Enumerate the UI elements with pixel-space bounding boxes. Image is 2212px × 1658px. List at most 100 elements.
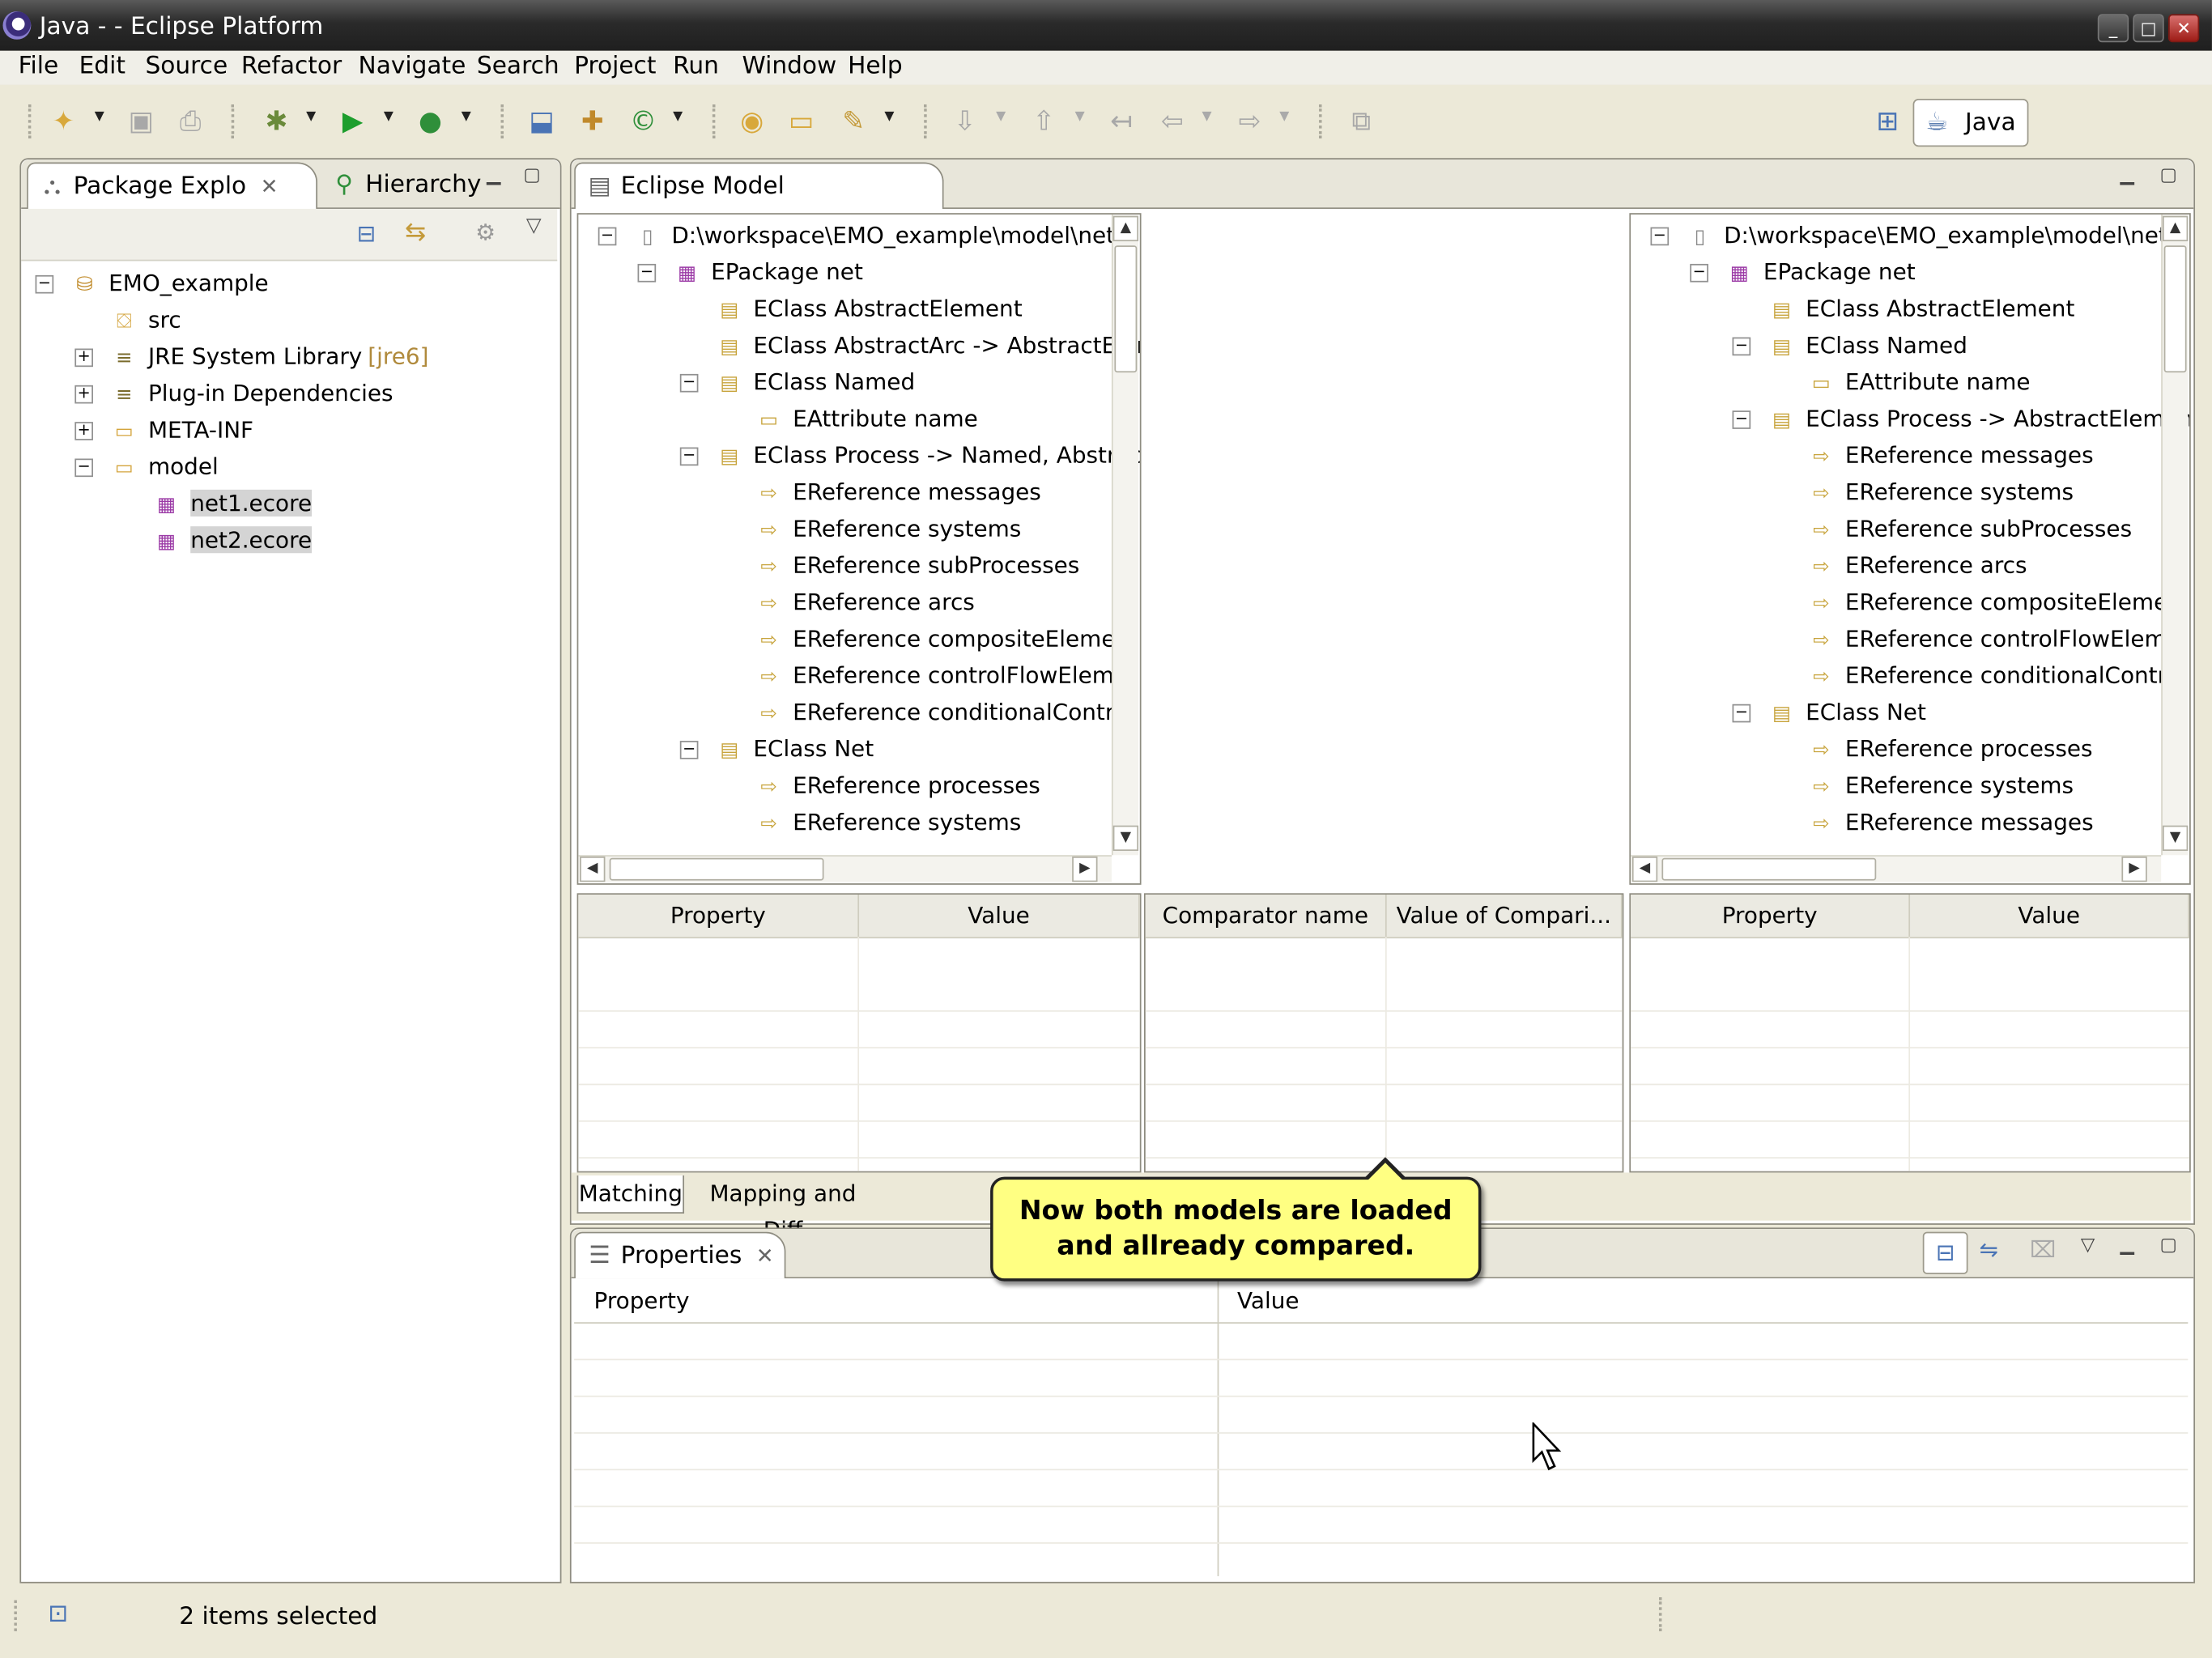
collapse-all-icon[interactable]: ⊟ — [357, 220, 376, 247]
open-type-icon[interactable]: ◉ — [735, 104, 769, 138]
scroll-down-icon[interactable]: ▼ — [2162, 825, 2189, 852]
minimize-view-icon[interactable]: ▁ — [487, 165, 500, 186]
left-tree-item[interactable]: ▭ EAttribute name — [756, 401, 978, 437]
last-edit-location-icon[interactable]: ↤ — [1104, 104, 1138, 138]
package-explorer-item[interactable]: + ≡ JRE System Library [jre6] — [74, 338, 429, 375]
new-class-dropdown-icon[interactable]: ▼ — [673, 110, 683, 124]
previous-annotation-icon[interactable]: ⇧ — [1027, 104, 1061, 138]
package-explorer-item[interactable]: ▦ net2.ecore — [154, 522, 313, 559]
right-tree-item[interactable]: ⇨ EReference subProcesses — [1809, 511, 2132, 547]
search-tool-icon[interactable]: ✎ — [836, 104, 870, 138]
new-icon[interactable]: ✦ — [46, 104, 80, 138]
collapse-icon[interactable]: − — [637, 264, 657, 283]
right-tree-item[interactable]: ⇨ EReference arcs — [1809, 547, 2027, 584]
menu-window[interactable]: Window — [742, 52, 836, 80]
left-tree-item[interactable]: ⇨ EReference compositeElemen — [756, 621, 1129, 657]
menu-run[interactable]: Run — [673, 52, 719, 80]
scroll-thumb[interactable] — [1114, 245, 1138, 373]
external-tools-icon[interactable]: ● — [413, 104, 447, 138]
right-tree-item[interactable]: − ▦ EPackage net — [1690, 254, 1916, 291]
left-tree-item[interactable]: ⇨ EReference conditionalContro — [756, 695, 1127, 731]
package-explorer-item[interactable]: − ▭ model — [74, 449, 219, 485]
properties-table[interactable]: Property Value — [574, 1279, 2189, 1576]
menu-source[interactable]: Source — [145, 52, 228, 80]
right-tree-item[interactable]: ⇨ EReference messages — [1809, 805, 2094, 841]
expand-icon[interactable]: + — [74, 422, 93, 440]
minimize-button[interactable]: _ — [2097, 14, 2129, 43]
open-folder-icon[interactable]: ▭ — [785, 104, 819, 138]
view-menu-icon[interactable]: ▽ — [526, 215, 542, 237]
right-vertical-scrollbar[interactable]: ▲ ▼ — [2161, 214, 2189, 856]
forward-icon[interactable]: ⇨ — [1233, 104, 1267, 138]
left-horizontal-scrollbar[interactable]: ◀ ▶ — [578, 855, 1112, 882]
minimize-view-icon[interactable]: ▁ — [2121, 165, 2134, 186]
left-vertical-scrollbar[interactable]: ▲ ▼ — [1111, 214, 1139, 856]
save-icon[interactable]: ▣ — [124, 104, 158, 138]
right-horizontal-scrollbar[interactable]: ◀ ▶ — [1631, 855, 2162, 882]
left-tree-item[interactable]: ⇨ EReference systems — [756, 805, 1021, 841]
java-perspective-button[interactable]: ☕ Java — [1912, 99, 2029, 147]
new-class-icon[interactable]: © — [627, 104, 661, 138]
right-tree-item[interactable]: ⇨ EReference compositeElemen — [1809, 585, 2182, 621]
minimize-view-icon[interactable]: ▁ — [2121, 1235, 2134, 1256]
collapse-icon[interactable]: − — [35, 275, 54, 294]
tab-package-explorer[interactable]: ⛬ Package Explo ✕ — [27, 162, 318, 209]
right-tree-item[interactable]: ⇨ EReference messages — [1809, 437, 2094, 474]
tab-matching[interactable]: Matching — [576, 1175, 685, 1214]
right-tree-item[interactable]: − ▯ D:\workspace\EMO_example\model\net2 — [1650, 217, 2182, 253]
right-tree-item[interactable]: ⇨ EReference processes — [1809, 731, 2093, 767]
restore-default-icon[interactable]: ⌧ — [2030, 1236, 2056, 1263]
menu-edit[interactable]: Edit — [79, 52, 125, 80]
column-header-property[interactable]: Property — [1631, 895, 1911, 937]
new-package-icon[interactable]: ✚ — [576, 104, 610, 138]
collapse-icon[interactable]: − — [74, 458, 93, 478]
package-explorer-item[interactable]: + ▭ META-INF — [74, 412, 253, 449]
menu-file[interactable]: File — [19, 52, 59, 80]
maximize-view-icon[interactable]: ▢ — [2159, 1235, 2176, 1256]
left-property-table[interactable]: Property Value — [576, 893, 1142, 1173]
scroll-down-icon[interactable]: ▼ — [1112, 825, 1139, 852]
right-property-table[interactable]: Property Value — [1629, 893, 2191, 1173]
right-tree-item[interactable]: ⇨ EReference systems — [1809, 474, 2074, 511]
run-dropdown-icon[interactable]: ▼ — [384, 110, 393, 124]
tab-hierarchy[interactable]: ⚲ Hierarchy — [323, 162, 481, 207]
column-header-value[interactable]: Value — [1910, 895, 2190, 937]
run-icon[interactable]: ▶ — [336, 104, 370, 138]
scroll-right-icon[interactable]: ▶ — [1072, 857, 1098, 882]
debug-icon[interactable]: ✱ — [260, 104, 294, 138]
filter-icon[interactable]: ⚙ — [475, 219, 496, 245]
scroll-thumb[interactable] — [2163, 245, 2187, 373]
pin-editor-icon[interactable]: ⧉ — [1344, 104, 1378, 138]
tab-mapping-and-diff[interactable]: Mapping and Diff — [690, 1175, 876, 1243]
package-explorer-item[interactable]: ▦ net1.ecore — [154, 486, 313, 522]
left-tree-item[interactable]: ⇨ EReference processes — [756, 767, 1040, 804]
collapse-icon[interactable]: − — [1732, 337, 1751, 356]
maximize-button[interactable]: □ — [2133, 14, 2164, 43]
new-dropdown-icon[interactable]: ▼ — [95, 110, 104, 124]
right-tree-item[interactable]: − ▤ EClass Net — [1732, 695, 1926, 731]
left-tree-item[interactable]: − ▦ EPackage net — [637, 254, 863, 291]
column-header-value[interactable]: Value — [1237, 1287, 1300, 1314]
right-tree-item[interactable]: ▭ EAttribute name — [1809, 364, 2031, 401]
collapse-icon[interactable]: − — [1690, 264, 1708, 283]
left-tree-item[interactable]: ⇨ EReference arcs — [756, 585, 975, 621]
back-icon[interactable]: ⇦ — [1155, 104, 1189, 138]
collapse-icon[interactable]: − — [679, 741, 699, 759]
view-menu-icon[interactable]: ▽ — [2081, 1235, 2095, 1256]
scroll-right-icon[interactable]: ▶ — [2121, 857, 2147, 882]
left-tree-item[interactable]: ⇨ EReference subProcesses — [756, 547, 1079, 584]
collapse-icon[interactable]: − — [679, 374, 699, 393]
tab-eclipse-model-operations[interactable]: ▤Eclipse Model Operations✕ — [574, 162, 944, 245]
new-java-project-icon[interactable]: ⬓ — [525, 104, 559, 138]
left-tree-item[interactable]: − ▯ D:\workspace\EMO_example\model\net1 — [598, 217, 1129, 253]
scroll-left-icon[interactable]: ◀ — [1631, 857, 1658, 882]
scroll-thumb[interactable] — [1661, 857, 1877, 881]
right-tree-item[interactable]: ▤ EClass AbstractElement — [1769, 291, 2074, 327]
open-perspective-icon[interactable]: ⊞ — [1870, 104, 1904, 138]
column-header-property[interactable]: Property — [594, 1287, 690, 1314]
scroll-thumb[interactable] — [609, 857, 824, 881]
forward-dropdown-icon[interactable]: ▼ — [1279, 110, 1289, 124]
left-tree-item[interactable]: − ▤ EClass Named — [679, 364, 915, 401]
back-dropdown-icon[interactable]: ▼ — [1202, 110, 1211, 124]
debug-dropdown-icon[interactable]: ▼ — [306, 110, 316, 124]
